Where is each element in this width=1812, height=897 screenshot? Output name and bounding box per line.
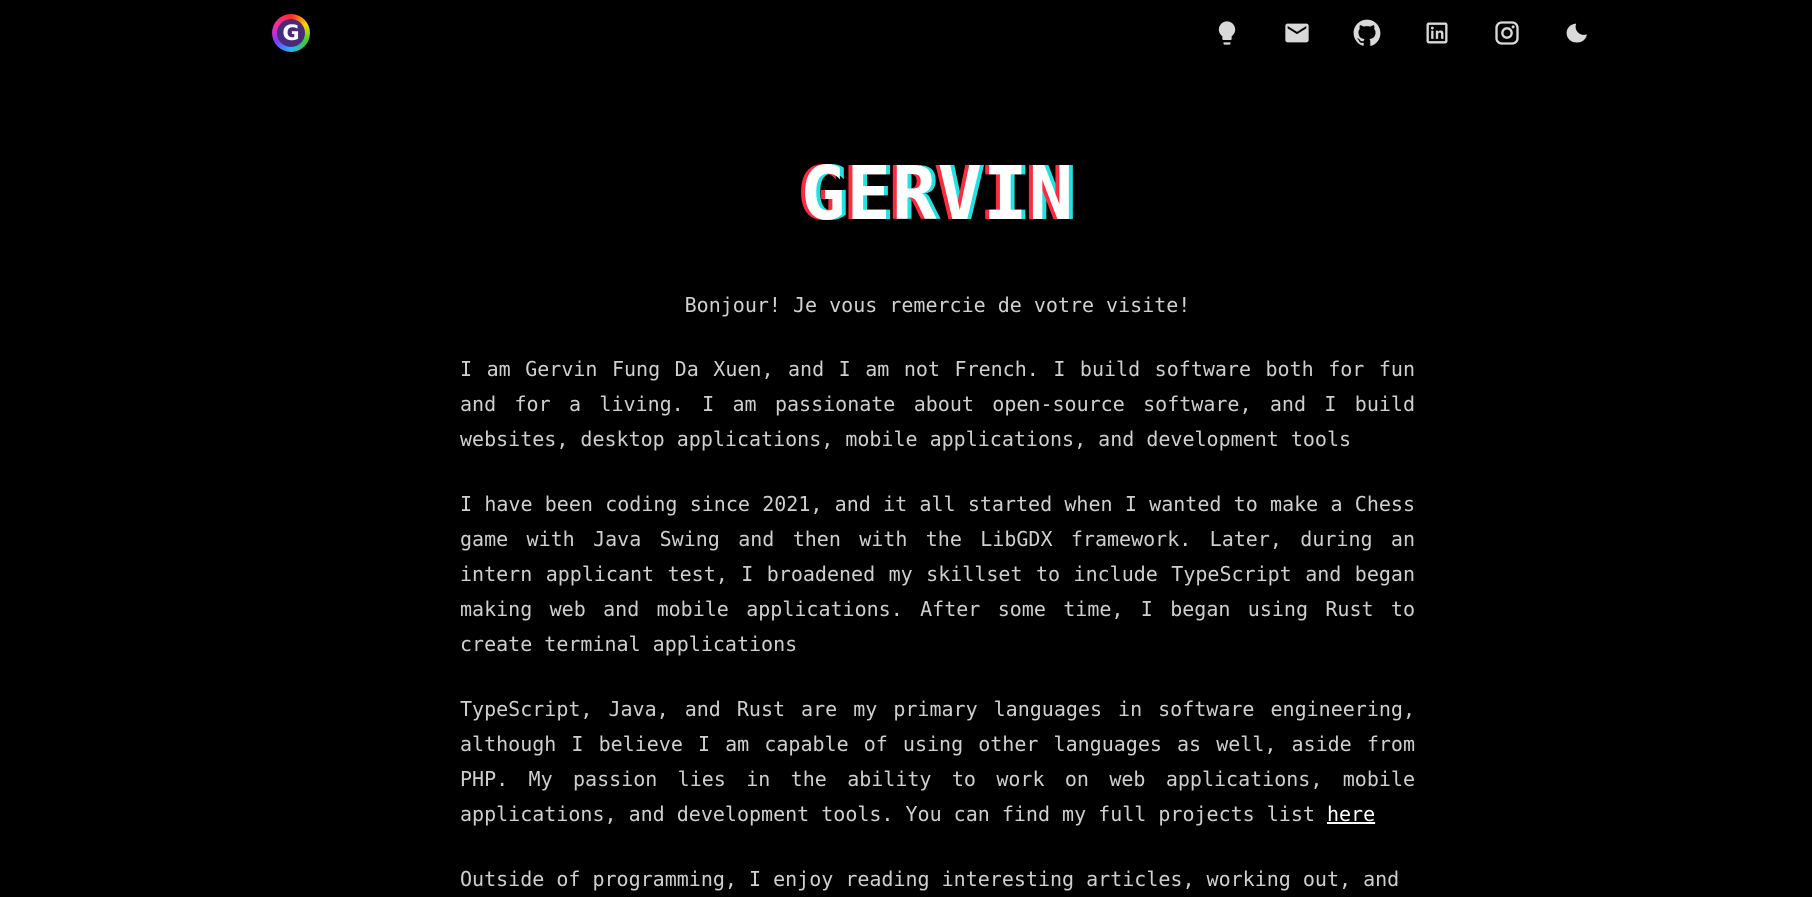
projects-link[interactable]: here bbox=[1327, 802, 1375, 826]
moon-icon[interactable] bbox=[1562, 14, 1592, 52]
nav-icons bbox=[1212, 14, 1592, 52]
linkedin-icon[interactable] bbox=[1422, 14, 1452, 52]
mail-icon[interactable] bbox=[1282, 14, 1312, 52]
intro-paragraph: I am Gervin Fung Da Xuen, and I am not F… bbox=[460, 357, 1415, 451]
github-icon[interactable] bbox=[1352, 14, 1382, 52]
page-title: GERVIN bbox=[800, 151, 1075, 237]
instagram-icon[interactable] bbox=[1492, 14, 1522, 52]
bulb-icon[interactable] bbox=[1212, 14, 1242, 52]
greeting-text: Bonjour! Je vous remercie de votre visit… bbox=[684, 293, 1191, 317]
history-paragraph: I have been coding since 2021, and it al… bbox=[460, 492, 1415, 656]
navbar: G bbox=[0, 0, 1812, 66]
languages-paragraph-text: TypeScript, Java, and Rust are my primar… bbox=[460, 697, 1415, 826]
hobbies-paragraph: Outside of programming, I enjoy reading … bbox=[460, 867, 1400, 891]
logo-letter: G bbox=[277, 19, 305, 47]
logo-button[interactable]: G bbox=[272, 14, 310, 52]
languages-paragraph: TypeScript, Java, and Rust are my primar… bbox=[460, 692, 1415, 832]
